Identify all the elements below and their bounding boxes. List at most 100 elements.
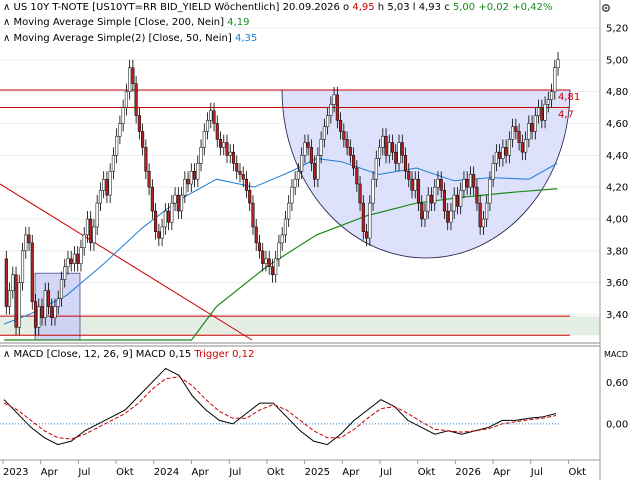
- candle-body: [102, 178, 106, 191]
- candle-body: [24, 234, 28, 252]
- candle-body: [270, 266, 274, 275]
- candle-body: [303, 142, 307, 156]
- x-tick-label: 2025: [305, 467, 330, 478]
- candle-body: [488, 178, 492, 204]
- x-tick-label: Jul: [228, 467, 241, 478]
- candle-body: [429, 194, 434, 204]
- candle-body: [358, 183, 362, 204]
- candle-body: [228, 151, 232, 156]
- candle-body: [345, 139, 349, 148]
- candle-body: [92, 226, 96, 244]
- rounded-bottom-pattern: [281, 89, 571, 259]
- candle-body: [420, 202, 424, 220]
- collapse-icon[interactable]: ∧: [3, 349, 10, 360]
- candle-body: [494, 151, 498, 164]
- candle-body: [410, 178, 414, 191]
- candle-body: [30, 242, 34, 303]
- candle-body: [160, 226, 164, 239]
- candle-body: [293, 178, 297, 188]
- candle-body: [407, 170, 411, 180]
- level-label: 4,81: [558, 92, 580, 103]
- candle-body: [442, 190, 447, 212]
- candle-body: [264, 258, 268, 264]
- candle-body: [543, 104, 547, 121]
- candle-body: [498, 151, 502, 159]
- candle-body: [309, 147, 313, 164]
- candle-body: [274, 258, 278, 275]
- gear-icon[interactable]: [600, 2, 612, 14]
- candle-body: [329, 104, 333, 116]
- candle-body: [180, 194, 184, 212]
- candle-body: [72, 253, 77, 264]
- candle-body: [11, 274, 15, 291]
- collapse-icon[interactable]: ∧: [3, 17, 10, 28]
- candle-body: [215, 123, 219, 140]
- candle-body: [468, 174, 472, 188]
- candle-body: [368, 202, 372, 239]
- candle-body: [167, 210, 171, 223]
- y-tick-label: 4,60: [606, 119, 628, 130]
- candle-body: [306, 142, 310, 148]
- candle-body: [394, 151, 398, 164]
- candle-body: [7, 290, 12, 307]
- change-value: +0,02: [478, 2, 509, 13]
- candle-body: [20, 250, 25, 283]
- candle-body: [134, 83, 138, 116]
- candle-body: [332, 94, 336, 105]
- candle-body: [254, 226, 258, 244]
- candle-body: [423, 210, 427, 220]
- collapse-icon[interactable]: ∧: [3, 33, 10, 44]
- candle-body: [390, 142, 395, 153]
- candle-body: [33, 301, 38, 328]
- candle-body: [244, 178, 249, 191]
- candle-body: [413, 178, 417, 191]
- candle-body: [111, 155, 115, 172]
- x-tick-label: 2024: [154, 467, 179, 478]
- candle-body: [296, 170, 300, 180]
- candle-body: [196, 163, 200, 180]
- x-tick-label: Jul: [379, 467, 392, 478]
- x-tick-label: Apr: [41, 467, 59, 478]
- candle-body: [313, 163, 317, 180]
- candle-body: [478, 202, 482, 228]
- price-axis: 5,20 5,00 4,80 4,60 4,40 4,20 4,00 3,80 3,60 3,40: [606, 23, 628, 321]
- candle-body: [348, 147, 352, 156]
- y-tick-label: 4,00: [606, 215, 628, 226]
- candle-body: [491, 163, 495, 180]
- candle-body: [462, 178, 466, 191]
- candle-body: [231, 151, 236, 164]
- candle-body: [501, 147, 505, 159]
- y-tick-label: 4,80: [606, 87, 628, 98]
- x-tick-label: Okt: [418, 467, 436, 478]
- candle-body: [141, 131, 145, 148]
- candle-body: [118, 123, 122, 137]
- candle-body: [79, 247, 83, 264]
- candle-body: [14, 274, 18, 328]
- candle-body: [186, 178, 190, 185]
- candle-body: [277, 242, 281, 260]
- candle-body: [147, 170, 151, 188]
- candle-body: [131, 67, 135, 84]
- change-pct: +0,42%: [512, 2, 553, 13]
- candle-body: [436, 178, 440, 188]
- candle-body: [316, 155, 320, 180]
- candle-body: [449, 210, 453, 223]
- candle-body: [154, 210, 158, 232]
- candle-body: [472, 174, 476, 188]
- collapse-icon[interactable]: ∧: [3, 2, 10, 13]
- macd-tick-label: 0,00: [606, 419, 628, 430]
- high-value: 5,03: [387, 2, 410, 13]
- candle-body: [40, 306, 44, 318]
- candle-body: [465, 178, 469, 188]
- candle-body: [163, 210, 167, 228]
- x-tick-label: Jul: [530, 467, 543, 478]
- candle-body: [387, 142, 391, 156]
- candle-body: [361, 202, 365, 232]
- candle-body: [115, 135, 119, 156]
- candle-body: [520, 142, 524, 153]
- level-label: 4,7: [558, 110, 574, 121]
- candle-body: [485, 202, 489, 220]
- candle-body: [128, 67, 132, 92]
- candle-body: [374, 158, 378, 180]
- candle-body: [176, 194, 180, 212]
